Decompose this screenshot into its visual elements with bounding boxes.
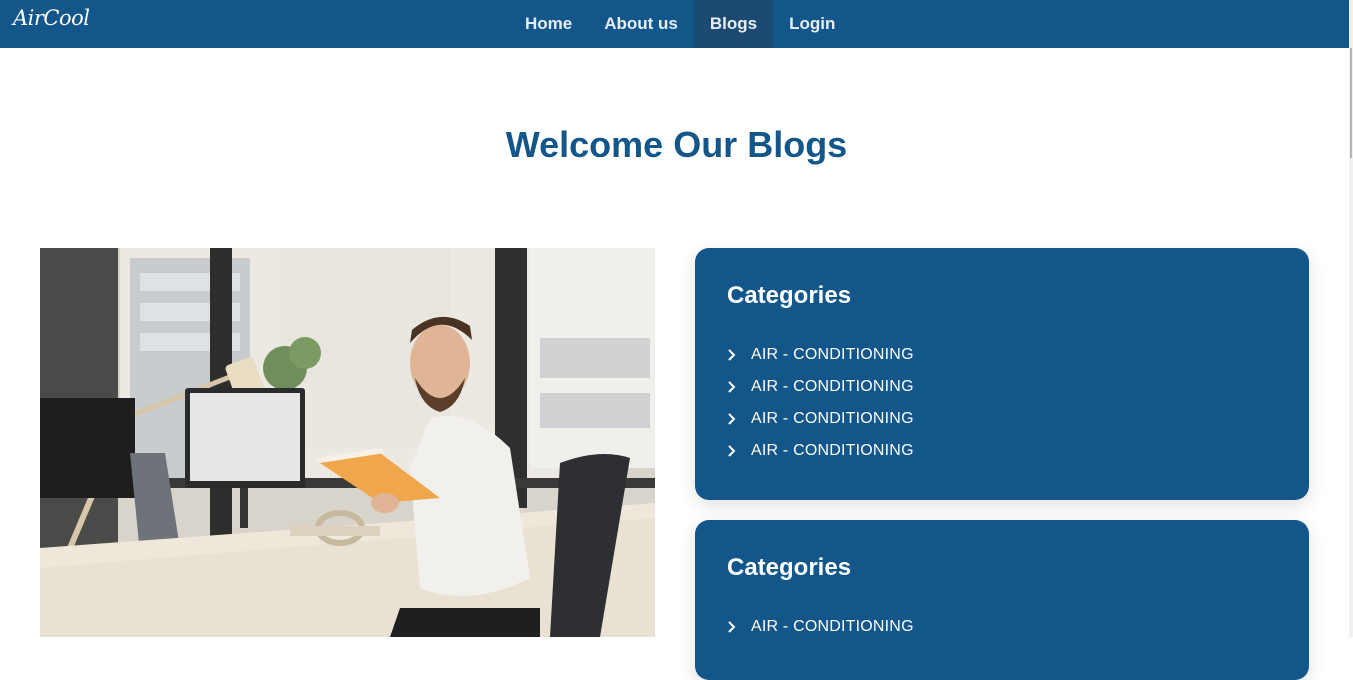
categories-list: AIR - CONDITIONING AIR - CONDITIONING AI…: [727, 339, 914, 467]
categories-card: Categories AIR - CONDITIONING AIR - COND…: [695, 248, 1309, 500]
nav-home-link[interactable]: Home: [509, 0, 588, 48]
category-item[interactable]: AIR - CONDITIONING: [727, 403, 914, 435]
category-link[interactable]: AIR - CONDITIONING: [751, 442, 914, 460]
category-link[interactable]: AIR - CONDITIONING: [751, 410, 914, 428]
category-item[interactable]: AIR - CONDITIONING: [727, 371, 914, 403]
chevron-right-icon: [727, 378, 745, 396]
chevron-right-icon: [727, 442, 745, 460]
blog-photo: [40, 248, 655, 637]
nav-blogs-link[interactable]: Blogs: [693, 0, 774, 48]
nav-links: Home About us Blogs Login: [509, 0, 851, 48]
category-link[interactable]: AIR - CONDITIONING: [751, 618, 914, 636]
page-title: Welcome Our Blogs: [505, 124, 848, 165]
page-scrollbar[interactable]: [1349, 0, 1353, 637]
categories-title: Categories: [727, 282, 852, 309]
categories-title: Categories: [727, 554, 852, 581]
categories-card: Categories AIR - CONDITIONING: [695, 520, 1309, 680]
nav-about-link[interactable]: About us: [588, 0, 694, 48]
category-link[interactable]: AIR - CONDITIONING: [751, 378, 914, 396]
chevron-right-icon: [727, 618, 745, 636]
category-item[interactable]: AIR - CONDITIONING: [727, 435, 914, 467]
categories-list: AIR - CONDITIONING: [727, 611, 914, 643]
category-link[interactable]: AIR - CONDITIONING: [751, 346, 914, 364]
top-navbar: AirCool Home About us Blogs Login: [0, 0, 1353, 48]
nav-login-link[interactable]: Login: [773, 0, 851, 48]
chevron-right-icon: [727, 346, 745, 364]
chevron-right-icon: [727, 410, 745, 428]
brand-logo[interactable]: AirCool: [13, 6, 90, 30]
category-item[interactable]: AIR - CONDITIONING: [727, 339, 914, 371]
category-item[interactable]: AIR - CONDITIONING: [727, 611, 914, 643]
blog-photo-illustration: [40, 248, 655, 637]
